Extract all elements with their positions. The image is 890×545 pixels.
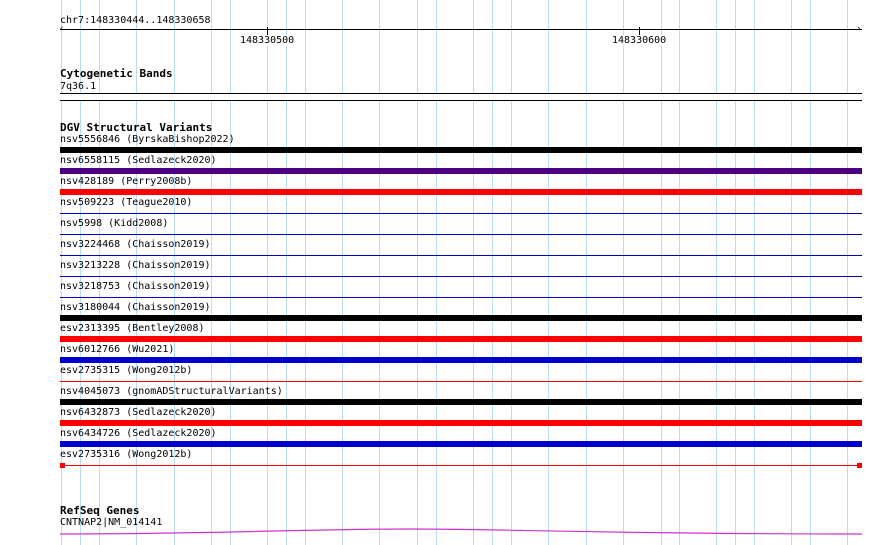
grid-line [679,0,680,545]
dgv-variant-bar[interactable] [60,276,862,277]
grid-line [586,0,587,545]
dgv-variant-label: nsv4045073 (gnomADStructuralVariants) [60,386,283,397]
dgv-variant-label: nsv6558115 (Sedlazeck2020) [60,155,217,166]
track-title-dgv[interactable]: DGV Structural Variants [60,121,212,134]
grid-line [417,0,418,545]
dgv-variant-label: nsv6432873 (Sedlazeck2020) [60,407,217,418]
grid-line [847,0,848,545]
dgv-variant-label: nsv3180044 (Chaisson2019) [60,302,211,313]
dgv-variant-label: nsv5556846 (ByrskaBishop2022) [60,134,235,145]
dgv-variant-label: nsv3224468 (Chaisson2019) [60,239,211,250]
dgv-variant-bar[interactable] [60,315,862,321]
grid-line [716,0,717,545]
grid-line [492,0,493,545]
grid-line [661,0,662,545]
range-label: chr7:148330444..148330658 [60,15,211,26]
dgv-variant-bar[interactable] [60,189,862,195]
grid-line [230,0,231,545]
dgv-variant-label: nsv6434726 (Sedlazeck2020) [60,428,217,439]
track-title-cytobands[interactable]: Cytogenetic Bands [60,67,173,80]
grid-line [136,0,137,545]
dgv-variant-label: nsv3213228 (Chaisson2019) [60,260,211,271]
grid-line [754,0,755,545]
variant-endcap-icon [60,463,65,468]
grid-line [548,0,549,545]
dgv-variant-label: nsv3218753 (Chaisson2019) [60,281,211,292]
dgv-variant-bar[interactable] [60,420,862,426]
dgv-variant-label: nsv6012766 (Wu2021) [60,344,175,355]
dgv-variant-label: nsv428189 (Perry2008b) [60,176,193,187]
dgv-variant-label: nsv5998 (Kidd2008) [60,218,169,229]
ruler-right-arrow-icon: › [856,24,862,34]
grid-line [286,0,287,545]
dgv-variant-bar[interactable] [60,336,862,342]
dgv-variant-bar[interactable] [60,399,862,405]
grid-line [211,0,212,545]
dgv-variant-bar[interactable] [60,297,862,298]
ruler-tick-label: 148330500 [238,35,297,46]
variant-endcap-icon [857,463,862,468]
dgv-variant-bar[interactable] [60,381,862,382]
grid-line [810,0,811,545]
ruler-axis [60,29,862,30]
grid-line [735,0,736,545]
dgv-variant-bar[interactable] [60,147,862,153]
grid-line [99,0,100,545]
dgv-variant-bar[interactable] [60,441,862,447]
dgv-variant-bar[interactable] [60,234,862,235]
grid-line [436,0,437,545]
grid-line [267,0,268,545]
dgv-variant-bar[interactable] [60,357,862,363]
grid-line [623,0,624,545]
dgv-variant-label: nsv509223 (Teague2010) [60,197,193,208]
dgv-variant-bar[interactable] [60,465,862,466]
grid-line [473,0,474,545]
track-title-refseq[interactable]: RefSeq Genes [60,504,139,517]
grid-line [511,0,512,545]
dgv-variant-bar[interactable] [60,168,862,174]
cytoband-label: 7q36.1 [60,81,97,92]
cytoband-bar[interactable] [60,93,862,101]
dgv-variant-bar[interactable] [60,255,862,256]
dgv-variant-label: esv2735316 (Wong2012b) [60,449,193,460]
grid-line [379,0,380,545]
ruler-left-arrow-icon: ‹ [59,24,65,34]
dgv-variant-bar[interactable] [60,213,862,214]
grid-line [342,0,343,545]
dgv-variant-label: esv2735315 (Wong2012b) [60,365,193,376]
ruler-tick-label: 148330600 [610,35,669,46]
dgv-variant-label: esv2313395 (Bentley2008) [60,323,205,334]
grid-line [791,0,792,545]
gene-transcript-line[interactable] [60,526,862,538]
grid-line [174,0,175,545]
grid-line [305,0,306,545]
